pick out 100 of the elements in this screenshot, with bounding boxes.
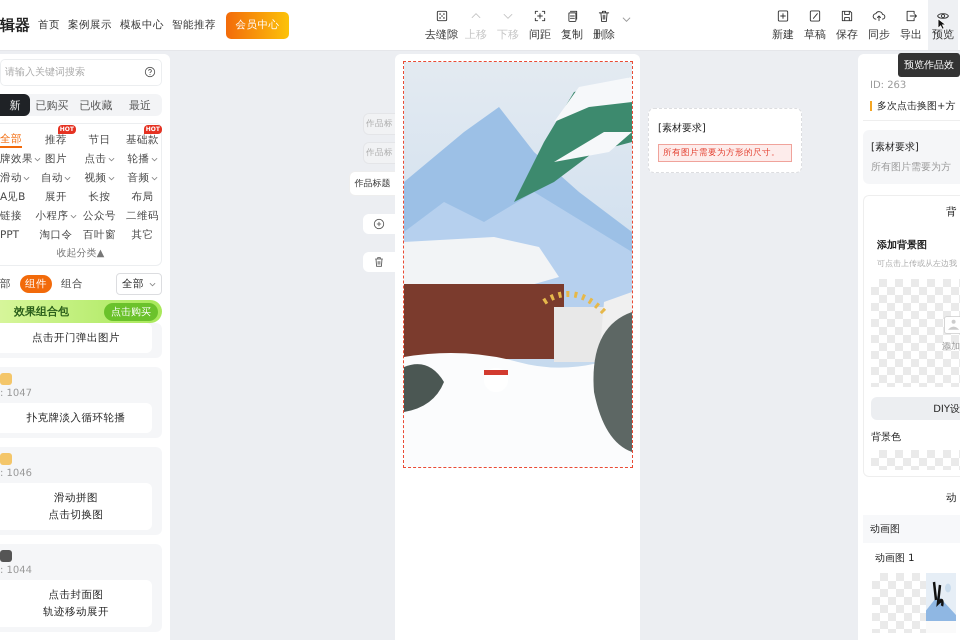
hint-text: 可点击上传或从左边我 [876, 258, 958, 269]
chevron-icon [23, 174, 30, 182]
animation-row[interactable]: 动画图 [863, 515, 960, 543]
delete-page-button[interactable] [363, 252, 395, 272]
chevron-icon [34, 156, 41, 162]
toolbar-button[interactable]: 复制 [557, 8, 587, 42]
toolbar-button[interactable]: 草稿 [800, 8, 830, 42]
category-tab[interactable]: 牌效果 [0, 151, 41, 167]
toolbar-button[interactable]: 预览 [928, 0, 958, 50]
category-tab[interactable]: 图片 [45, 151, 67, 167]
category-tab[interactable]: 其它 [132, 227, 154, 243]
nav-link[interactable]: 案例展示 [68, 18, 112, 32]
section-title: 添加背景图 [876, 238, 928, 252]
diy-button[interactable]: DIY设 [871, 397, 960, 420]
category-tab[interactable]: 二维码 [126, 208, 159, 224]
category-tab[interactable]: 自动 [41, 170, 71, 186]
toolbar-button[interactable]: 新建 [768, 8, 798, 42]
category-tab[interactable]: 轮播 [128, 151, 158, 167]
category-tab[interactable]: PPT [0, 227, 20, 243]
toolbar-button[interactable]: 同步 [864, 8, 894, 42]
requirement-warning: 所有图片需要为方形的尺寸。 [658, 144, 792, 162]
template-id: : 1046 [0, 468, 33, 479]
banner-title: 效果组合包 [14, 304, 69, 319]
toolbar-button[interactable]: 保存 [832, 8, 862, 42]
category-tab[interactable]: 公众号 [83, 208, 116, 224]
category-tab[interactable]: 小程序 [36, 208, 76, 224]
caret-icon[interactable] [622, 14, 631, 24]
page-tab[interactable]: 作品标题 [349, 171, 395, 196]
category-tab[interactable]: 基础款 [126, 132, 159, 148]
chevron-icon [150, 174, 158, 182]
category-tab[interactable]: 百叶窗 [83, 227, 116, 243]
template-card[interactable]: 点击封面图 轨迹移动展开 [0, 580, 152, 627]
category-tab[interactable]: 视频 [84, 170, 114, 186]
template-card[interactable]: 滑动拼图 点击切换图 [0, 483, 152, 530]
template-title: 滑动拼图 [54, 491, 98, 505]
collapse-link[interactable]: 收起分类▲ [56, 246, 104, 260]
category-tab[interactable]: A见B [0, 189, 26, 205]
toolbar-button[interactable]: 删除 [589, 8, 619, 42]
chevron-icon [150, 156, 158, 162]
spacing-icon [533, 8, 547, 22]
filter-tab[interactable]: 部 [0, 275, 16, 293]
nav-link[interactable]: 智能推荐 [172, 18, 216, 32]
nav-link[interactable]: 首页 [38, 18, 60, 32]
tooltip: 预览作品效 [898, 53, 960, 77]
section-title: 背景色 [871, 430, 902, 444]
template-card[interactable]: 扑克牌淡入循环轮播 [0, 403, 152, 433]
warning-mark [870, 101, 872, 111]
category-tab[interactable]: 节日 [88, 132, 110, 148]
chevron-icon [64, 174, 71, 182]
category-tab[interactable]: 滑动 [0, 170, 30, 186]
toolbar-button[interactable]: 间距 [525, 8, 555, 42]
promo-banner[interactable]: 效果组合包 点击购买 [0, 300, 162, 323]
requirement-title: [素材要求] [871, 140, 920, 154]
cursor-icon [937, 18, 946, 30]
category-tab[interactable]: 展开 [45, 189, 67, 205]
category-tab[interactable]: 链接 [0, 208, 22, 224]
category-tab[interactable]: 淘口令 [40, 227, 72, 243]
gap-icon [434, 8, 448, 22]
template-card[interactable]: 点击开门弹出图片 [0, 323, 152, 353]
category-tab[interactable]: 点击 [84, 151, 114, 167]
template-id: : 1047 [0, 388, 33, 399]
save-icon [840, 8, 854, 22]
delete-icon [597, 8, 611, 22]
image-icon [944, 314, 960, 336]
tab[interactable]: 最近 [118, 94, 162, 116]
category-tab[interactable]: 推荐 [45, 132, 67, 148]
template-id: : 1044 [0, 565, 33, 576]
toolbar-button[interactable]: 去缝隙 [424, 8, 459, 42]
toolbar-button[interactable]: 导出 [896, 8, 926, 42]
chevron-icon [108, 174, 114, 182]
chevron-icon [70, 212, 76, 220]
trash-icon [373, 256, 385, 268]
tab[interactable]: 新 [0, 94, 30, 116]
template-title: 轨迹移动展开 [43, 605, 109, 619]
template-title: 扑克牌淡入循环轮播 [26, 411, 126, 425]
template-id: ID: 263 [870, 80, 908, 91]
tab[interactable]: 已收藏 [74, 94, 118, 116]
filter-dropdown[interactable]: 全部 [116, 273, 162, 295]
template-title: 点击封面图 [48, 588, 104, 602]
template-title: 点击开门弹出图片 [32, 331, 120, 345]
filter-tab[interactable]: 组合 [56, 275, 88, 293]
requirement-title: [素材要求] [658, 122, 707, 135]
category-tab[interactable]: 布局 [132, 189, 154, 205]
nav-link[interactable]: 模板中心 [120, 18, 164, 32]
plus-icon [373, 218, 385, 230]
upload-label: 添加 [942, 340, 960, 352]
template-title: 点击切换图 [48, 508, 104, 522]
item-label: 动画图 1 [874, 552, 916, 565]
sync-icon [872, 8, 886, 22]
app-logo: 辑器 [0, 16, 30, 34]
panel-title: 背 [945, 205, 957, 219]
category-tab[interactable]: 音频 [128, 170, 158, 186]
requirement-text: 所有图片需要为方 [871, 160, 952, 174]
search-field[interactable]: 请输入关键词搜索 [0, 59, 162, 86]
help-icon[interactable] [144, 66, 156, 78]
tab[interactable]: 已购买 [30, 94, 74, 116]
category-tab[interactable]: 长按 [88, 189, 110, 205]
template-note: 多次点击换图+方 [877, 100, 956, 113]
export-icon [904, 8, 918, 22]
add-page-button[interactable] [363, 214, 395, 234]
